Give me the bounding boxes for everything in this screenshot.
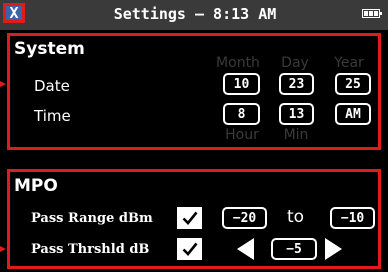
pass-threshold-field[interactable]: −5 bbox=[271, 238, 317, 260]
close-button[interactable]: X bbox=[3, 3, 25, 23]
date-day-field[interactable]: 23 bbox=[279, 73, 314, 95]
system-title: System bbox=[14, 39, 85, 59]
window-title: Settings – 8:13 AM bbox=[113, 5, 277, 23]
time-minute-field[interactable]: 13 bbox=[279, 103, 314, 125]
time-hour-field[interactable]: 8 bbox=[223, 103, 260, 125]
pass-threshold-checkbox[interactable] bbox=[177, 238, 202, 260]
decrement-arrow-icon[interactable] bbox=[237, 238, 254, 260]
pass-range-max-field[interactable]: −10 bbox=[330, 207, 375, 229]
increment-arrow-icon[interactable] bbox=[325, 238, 342, 260]
time-label: Time bbox=[34, 107, 71, 125]
title-bar: X Settings – 8:13 AM bbox=[0, 0, 388, 30]
date-year-field[interactable]: 25 bbox=[335, 73, 371, 95]
pass-range-min-field[interactable]: −20 bbox=[222, 207, 267, 229]
pass-range-label: Pass Range dBm bbox=[31, 211, 153, 226]
year-column-header: Year bbox=[334, 55, 364, 71]
month-column-header: Month bbox=[216, 55, 260, 71]
mpo-panel[interactable]: MPO Pass Range dBm −20 to −10 Pass Thrsh… bbox=[7, 169, 381, 269]
time-ampm-field[interactable]: AM bbox=[335, 103, 371, 125]
date-label: Date bbox=[34, 77, 70, 95]
mpo-pointer-icon bbox=[0, 246, 6, 252]
system-panel[interactable]: System Month Day Year Date 10 23 25 Time… bbox=[7, 33, 381, 150]
close-icon: X bbox=[9, 3, 19, 22]
checkmark-icon bbox=[182, 242, 198, 256]
minute-column-header: Min bbox=[283, 127, 309, 143]
mpo-title: MPO bbox=[14, 176, 58, 196]
date-month-field[interactable]: 10 bbox=[223, 73, 260, 95]
range-to-label: to bbox=[287, 207, 305, 227]
hour-column-header: Hour bbox=[225, 127, 259, 143]
system-pointer-icon bbox=[0, 81, 6, 87]
pass-threshold-label: Pass Thrshld dB bbox=[31, 242, 150, 257]
checkmark-icon bbox=[182, 211, 198, 225]
day-column-header: Day bbox=[281, 55, 309, 71]
pass-range-checkbox[interactable] bbox=[177, 207, 202, 229]
battery-full-icon bbox=[362, 9, 382, 18]
